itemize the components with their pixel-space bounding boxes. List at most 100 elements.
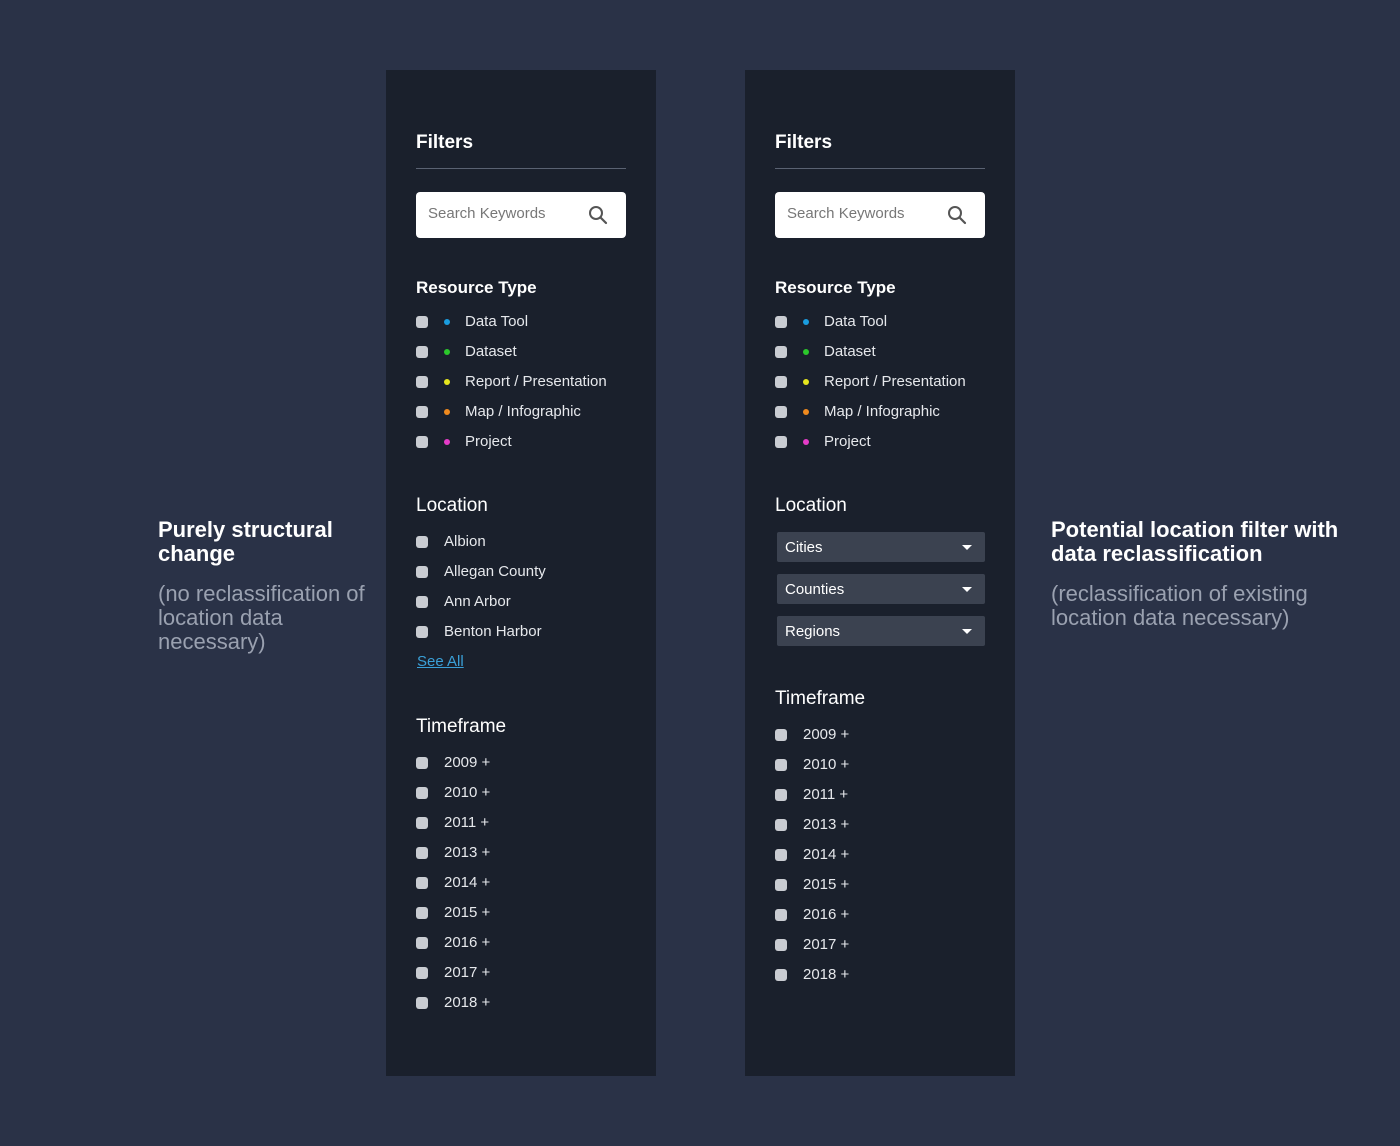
option-label: 2013 + [803, 816, 850, 833]
checkbox[interactable] [416, 997, 428, 1009]
option-label: Project [824, 433, 871, 450]
dropdown-value: Counties [785, 581, 845, 598]
regions-dropdown[interactable]: Regions [777, 616, 985, 646]
option-label: Ann Arbor [444, 593, 511, 610]
timeframe-section: Timeframe 2009 + 2010 + 2011 + 2013 + 20… [775, 688, 985, 991]
checkbox[interactable] [416, 937, 428, 949]
search-input[interactable] [787, 205, 937, 222]
checkbox[interactable] [416, 316, 428, 328]
location-section: Location Cities Counties Regions [775, 495, 985, 658]
checkbox[interactable] [775, 819, 787, 831]
timeframe-heading: Timeframe [416, 716, 507, 737]
timeframe-option[interactable]: 2017 + [775, 931, 985, 961]
checkbox[interactable] [775, 879, 787, 891]
checkbox[interactable] [775, 849, 787, 861]
resource-type-option[interactable]: Map / Infographic [416, 398, 626, 428]
timeframe-option[interactable]: 2014 + [416, 869, 626, 899]
search-box[interactable] [775, 192, 985, 238]
resource-type-option[interactable]: Dataset [416, 338, 626, 368]
checkbox[interactable] [416, 787, 428, 799]
resource-type-option[interactable]: Project [416, 428, 626, 458]
color-dot-icon [803, 409, 809, 415]
timeframe-option[interactable]: 2016 + [775, 901, 985, 931]
checkbox[interactable] [416, 907, 428, 919]
resource-type-option[interactable]: Data Tool [775, 308, 985, 338]
checkbox[interactable] [775, 406, 787, 418]
resource-type-option[interactable]: Dataset [775, 338, 985, 368]
search-input[interactable] [428, 205, 578, 222]
checkbox[interactable] [775, 969, 787, 981]
checkbox[interactable] [775, 346, 787, 358]
timeframe-option[interactable]: 2011 + [775, 781, 985, 811]
option-label: 2009 + [444, 754, 491, 771]
checkbox[interactable] [416, 817, 428, 829]
checkbox[interactable] [416, 346, 428, 358]
resource-type-option[interactable]: Data Tool [416, 308, 626, 338]
checkbox[interactable] [416, 596, 428, 608]
timeframe-option[interactable]: 2018 + [775, 961, 985, 991]
checkbox[interactable] [416, 436, 428, 448]
checkbox[interactable] [775, 939, 787, 951]
search-icon[interactable] [947, 205, 967, 225]
timeframe-option[interactable]: 2016 + [416, 929, 626, 959]
checkbox[interactable] [416, 847, 428, 859]
timeframe-option[interactable]: 2009 + [416, 749, 626, 779]
timeframe-option[interactable]: 2011 + [416, 809, 626, 839]
option-label: Report / Presentation [824, 373, 966, 390]
checkbox[interactable] [775, 376, 787, 388]
caret-down-icon [962, 587, 972, 592]
timeframe-option[interactable]: 2010 + [416, 779, 626, 809]
location-heading: Location [775, 495, 847, 516]
checkbox[interactable] [775, 789, 787, 801]
location-option[interactable]: Benton Harbor [416, 618, 626, 648]
counties-dropdown[interactable]: Counties [777, 574, 985, 604]
timeframe-option[interactable]: 2010 + [775, 751, 985, 781]
checkbox[interactable] [416, 376, 428, 388]
timeframe-option[interactable]: 2015 + [416, 899, 626, 929]
option-label: 2017 + [444, 964, 491, 981]
timeframe-option[interactable]: 2013 + [416, 839, 626, 869]
timeframe-option[interactable]: 2013 + [775, 811, 985, 841]
search-icon[interactable] [588, 205, 608, 225]
resource-type-heading: Resource Type [775, 278, 896, 297]
checkbox[interactable] [775, 909, 787, 921]
option-label: 2014 + [444, 874, 491, 891]
timeframe-option[interactable]: 2017 + [416, 959, 626, 989]
location-option[interactable]: Allegan County [416, 558, 626, 588]
checkbox[interactable] [775, 729, 787, 741]
resource-type-option[interactable]: Map / Infographic [775, 398, 985, 428]
timeframe-option[interactable]: 2015 + [775, 871, 985, 901]
timeframe-option[interactable]: 2018 + [416, 989, 626, 1019]
resource-type-option[interactable]: Project [775, 428, 985, 458]
location-option[interactable]: Ann Arbor [416, 588, 626, 618]
resource-type-option[interactable]: Report / Presentation [775, 368, 985, 398]
checkbox[interactable] [416, 877, 428, 889]
location-selects: Cities Counties Regions [775, 532, 985, 646]
see-all-link[interactable]: See All [417, 653, 464, 670]
option-label: 2010 + [803, 756, 850, 773]
location-option[interactable]: Albion [416, 528, 626, 558]
resource-type-section: Resource Type Data Tool Dataset Report /… [416, 278, 626, 458]
resource-type-option[interactable]: Report / Presentation [416, 368, 626, 398]
timeframe-option[interactable]: 2009 + [775, 721, 985, 751]
checkbox[interactable] [416, 757, 428, 769]
checkbox[interactable] [416, 967, 428, 979]
color-dot-icon [444, 409, 450, 415]
color-dot-icon [444, 349, 450, 355]
search-box[interactable] [416, 192, 626, 238]
option-label: Report / Presentation [465, 373, 607, 390]
checkbox[interactable] [416, 626, 428, 638]
checkbox[interactable] [775, 759, 787, 771]
checkbox[interactable] [416, 566, 428, 578]
timeframe-option[interactable]: 2014 + [775, 841, 985, 871]
checkbox[interactable] [416, 406, 428, 418]
checkbox[interactable] [416, 536, 428, 548]
cities-dropdown[interactable]: Cities [777, 532, 985, 562]
option-label: Data Tool [824, 313, 888, 330]
note-left-title: Purely structural change [158, 517, 333, 566]
option-label: 2015 + [444, 904, 491, 921]
color-dot-icon [803, 439, 809, 445]
checkbox[interactable] [775, 316, 787, 328]
checkbox[interactable] [775, 436, 787, 448]
resource-type-heading: Resource Type [416, 278, 537, 297]
